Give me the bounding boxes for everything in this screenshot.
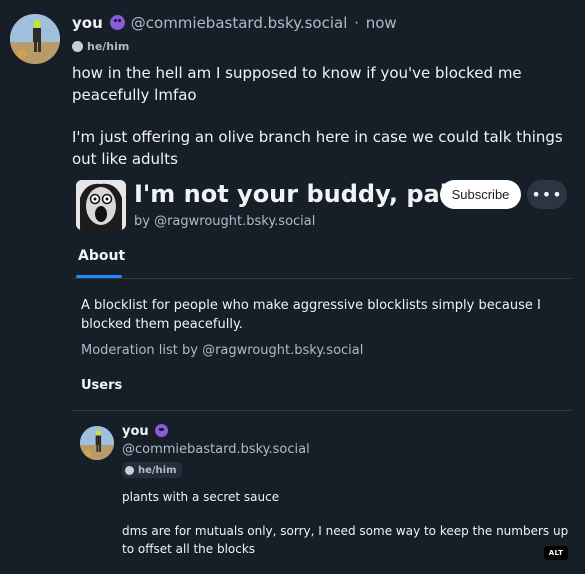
pronouns-label: he/him — [87, 40, 130, 53]
divider — [72, 410, 573, 411]
pronouns: he/him — [72, 40, 129, 53]
list-title[interactable]: I'm not your buddy, pal — [134, 180, 448, 208]
list-embed[interactable]: I'm not your buddy, pal by @ragwrought.b… — [72, 172, 577, 573]
ellipsis-icon: ••• — [531, 185, 563, 204]
post-paragraph: I'm just offering an olive branch here i… — [72, 128, 563, 168]
post-text: how in the hell am I supposed to know if… — [72, 62, 572, 190]
pronoun-icon — [125, 465, 134, 475]
author-handle[interactable]: @commiebastard.bsky.social — [131, 14, 348, 32]
user-name[interactable]: you — [122, 424, 149, 439]
bio-line: plants with a secret sauce — [122, 490, 280, 504]
alt-badge[interactable]: ALT — [544, 546, 568, 560]
post-paragraph: how in the hell am I supposed to know if… — [72, 64, 522, 104]
list-avatar — [76, 180, 126, 230]
author-name[interactable]: you — [72, 14, 103, 32]
author-line: you @commiebastard.bsky.social · now — [72, 14, 397, 32]
more-options-button[interactable]: ••• — [527, 180, 567, 209]
pronoun-icon — [72, 41, 83, 52]
list-creator[interactable]: by @ragwrought.bsky.social — [134, 214, 315, 229]
users-heading: Users — [81, 378, 123, 393]
avatar-image — [80, 426, 114, 460]
purple-emoji-icon — [109, 15, 125, 30]
screaming-face-image — [76, 180, 126, 230]
list-user-item[interactable]: you @commiebastard.bsky.social he/him pl… — [80, 422, 575, 572]
avatar-image — [10, 14, 60, 64]
user-name-line: you — [122, 424, 174, 439]
author-avatar[interactable] — [10, 14, 60, 64]
user-bio: plants with a secret sauce dms are for m… — [122, 488, 572, 574]
post-card[interactable]: you @commiebastard.bsky.social · now he/h… — [0, 0, 585, 573]
tab-about[interactable]: About — [78, 248, 125, 264]
post-timestamp[interactable]: now — [366, 14, 397, 32]
subscribe-button[interactable]: Subscribe — [440, 180, 521, 209]
pronouns-label: he/him — [138, 464, 177, 476]
user-pronouns: he/him — [122, 462, 182, 478]
list-description: A blocklist for people who make aggressi… — [81, 298, 541, 332]
purple-emoji-icon — [154, 424, 168, 437]
tab-bar: About — [72, 242, 573, 279]
bio-line: dms are for mutuals only, sorry, I need … — [122, 524, 569, 556]
active-tab-indicator — [76, 275, 122, 278]
user-avatar[interactable] — [80, 426, 114, 460]
moderation-list-label: Moderation list by @ragwrought.bsky.soci… — [81, 343, 364, 358]
user-handle[interactable]: @commiebastard.bsky.social — [122, 442, 310, 457]
separator: · — [354, 14, 359, 32]
